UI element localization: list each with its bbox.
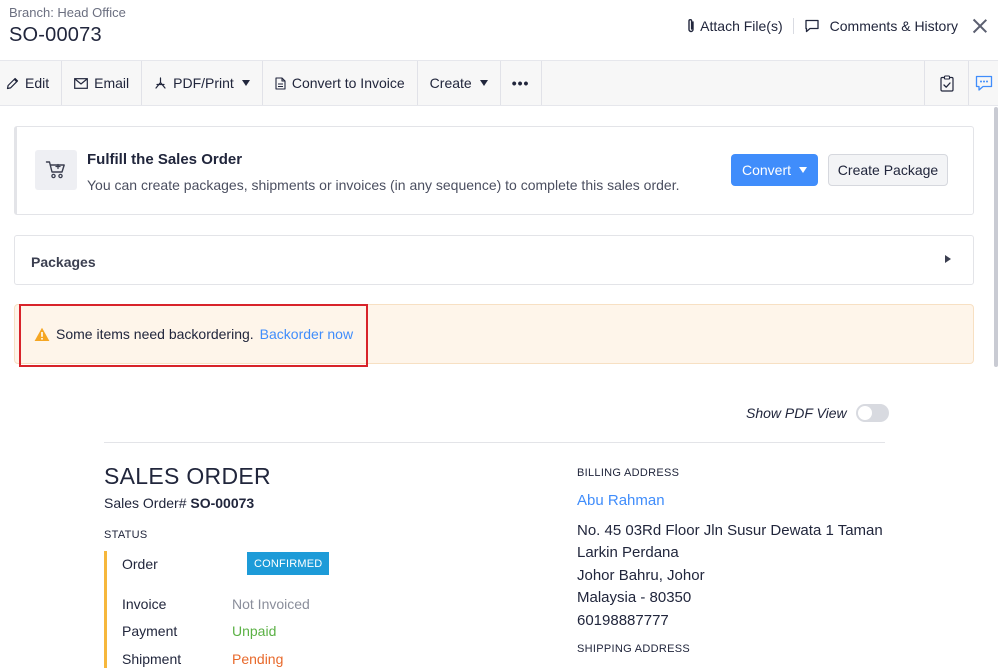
branch-label: Branch: Head Office <box>9 5 126 20</box>
cart-icon-box <box>35 150 77 190</box>
sales-order-number-value: SO-00073 <box>190 495 255 511</box>
chevron-down-icon <box>479 80 488 86</box>
comments-history-button[interactable]: Comments & History <box>804 18 958 34</box>
action-toolbar: Edit Email PDF/Print Convert to Invoice … <box>0 60 998 106</box>
email-label: Email <box>94 75 130 91</box>
backorder-message: Some items need backordering. <box>56 326 254 342</box>
pdf-icon <box>155 76 166 89</box>
edit-button[interactable]: Edit <box>0 61 63 105</box>
convert-button[interactable]: Convert <box>731 154 818 186</box>
pdf-view-label: Show PDF View <box>746 405 847 421</box>
billing-address-line: Larkin Perdana <box>577 544 679 561</box>
convert-to-invoice-label: Convert to Invoice <box>291 75 405 91</box>
cart-icon <box>45 161 65 179</box>
attach-files-button[interactable]: Attach File(s) <box>686 18 783 34</box>
chat-button[interactable] <box>968 61 998 105</box>
document-title: SALES ORDER <box>104 463 271 489</box>
comment-icon <box>804 19 819 33</box>
packages-section[interactable]: Packages <box>14 235 974 285</box>
clipboard-check-icon <box>939 74 954 92</box>
edit-label: Edit <box>25 75 50 91</box>
document-divider <box>104 442 885 443</box>
billing-address-line: Johor Bahru, Johor <box>577 567 705 584</box>
pdf-print-label: PDF/Print <box>173 75 234 91</box>
status-value-payment: Unpaid <box>232 623 277 639</box>
chevron-right-icon <box>945 255 951 263</box>
clipboard-check-button[interactable] <box>924 61 968 105</box>
status-label-order: Order <box>122 556 158 572</box>
status-badge: CONFIRMED <box>247 552 330 575</box>
shipping-address-heading: SHIPPING ADDRESS <box>577 643 690 655</box>
pdf-print-button[interactable]: PDF/Print <box>142 61 263 105</box>
convert-label: Convert <box>741 162 792 178</box>
create-label: Create <box>429 75 472 91</box>
fulfill-sales-order-card: Fulfill the Sales Order You can create p… <box>14 126 974 215</box>
email-button[interactable]: Email <box>62 61 143 105</box>
header-actions: Attach File(s) Comments & History <box>686 14 988 38</box>
status-label-shipment: Shipment <box>122 651 182 667</box>
comments-history-label: Comments & History <box>829 18 958 34</box>
create-package-button[interactable]: Create Package <box>828 154 948 186</box>
backorder-message-row: Some items need backordering. Backorder … <box>34 326 353 342</box>
page-header: Branch: Head Office SO-00073 Attach File… <box>0 0 998 60</box>
create-dropdown-button[interactable]: Create <box>418 61 501 105</box>
chevron-down-icon <box>241 80 250 86</box>
billing-phone: 60198887777 <box>577 612 669 629</box>
packages-label: Packages <box>31 254 96 270</box>
more-options-label: ••• <box>511 75 530 91</box>
fulfill-title: Fulfill the Sales Order <box>87 151 243 168</box>
status-bar <box>104 551 107 668</box>
sales-order-number: Sales Order# SO-00073 <box>104 495 254 511</box>
billing-address-line: No. 45 03Rd Floor Jln Susur Dewata 1 Tam… <box>577 522 883 539</box>
close-icon[interactable] <box>972 18 988 34</box>
attach-files-label: Attach File(s) <box>700 18 783 34</box>
sales-order-number-label: Sales Order# <box>104 495 187 511</box>
billing-address-heading: BILLING ADDRESS <box>577 467 680 479</box>
status-value-shipment: Pending <box>232 651 284 667</box>
header-separator <box>792 18 794 34</box>
more-options-button[interactable]: ••• <box>501 61 543 105</box>
chat-bubble-icon <box>975 75 993 91</box>
mail-icon <box>74 77 89 89</box>
status-label-invoice: Invoice <box>122 596 167 612</box>
status-heading: STATUS <box>104 529 148 541</box>
convert-to-invoice-button[interactable]: Convert to Invoice <box>263 61 418 105</box>
main-content: Fulfill the Sales Order You can create p… <box>0 106 998 668</box>
pdf-view-toggle[interactable] <box>855 404 889 422</box>
warning-icon <box>34 327 50 341</box>
billing-customer-link[interactable]: Abu Rahman <box>577 492 665 509</box>
backorder-now-link[interactable]: Backorder now <box>260 326 353 342</box>
document-icon <box>275 76 286 90</box>
pdf-view-toggle-row: Show PDF View <box>746 404 889 422</box>
fulfill-description: You can create packages, shipments or in… <box>87 177 680 193</box>
status-label-payment: Payment <box>122 623 178 639</box>
pencil-icon <box>6 77 19 89</box>
billing-address-line: Malaysia - 80350 <box>577 589 692 606</box>
page-title: SO-00073 <box>9 24 102 46</box>
status-value-invoice: Not Invoiced <box>232 596 310 612</box>
paperclip-icon <box>688 19 694 33</box>
toolbar-right <box>924 61 998 105</box>
chevron-down-icon <box>799 167 808 173</box>
